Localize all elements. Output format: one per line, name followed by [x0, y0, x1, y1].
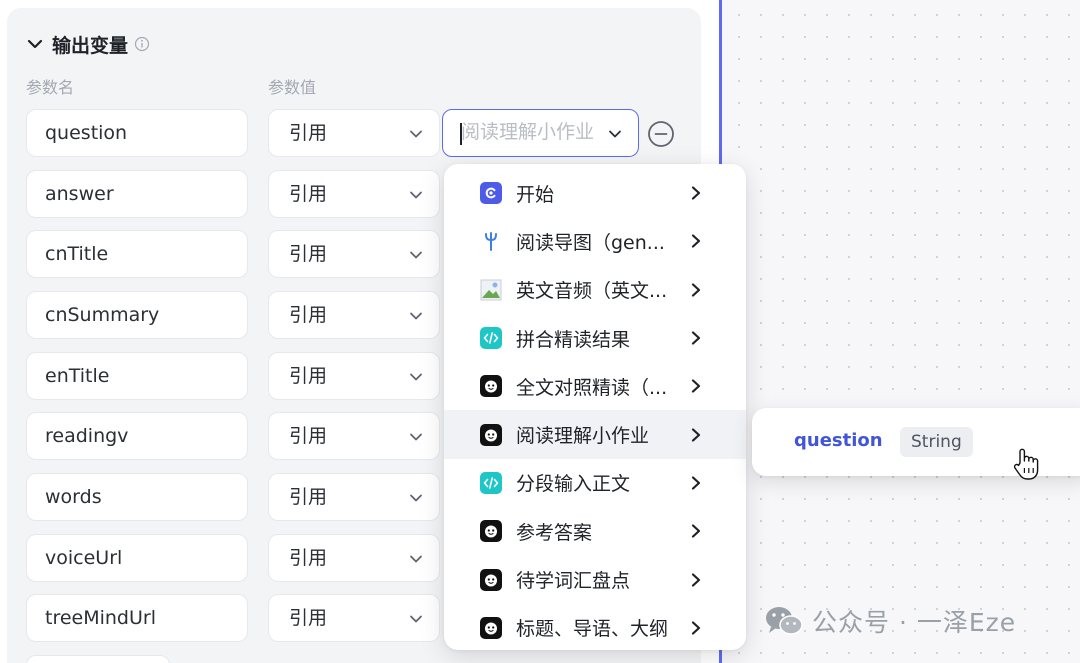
chevron-down-icon [410, 433, 422, 441]
llm-bot-icon [480, 520, 502, 543]
llm-bot-icon [480, 616, 502, 639]
param-name-input[interactable]: cnSummary [26, 291, 248, 339]
menu-item-label: 标题、导语、大纲 [516, 618, 669, 641]
menu-item-label: 待学词汇盘点 [516, 570, 631, 593]
param-type-label: 引用 [289, 304, 328, 326]
param-type-select[interactable]: 引用 [268, 594, 440, 642]
chevron-right-icon [691, 186, 701, 200]
chevron-right-icon [691, 283, 701, 297]
code-icon [480, 327, 502, 350]
menu-item-title-outline[interactable]: 标题、导语、大纲 [444, 604, 746, 652]
code-icon [480, 471, 502, 494]
param-type-label: 引用 [289, 425, 328, 447]
param-type-label: 引用 [289, 183, 328, 205]
chevron-down-icon [606, 125, 624, 143]
chevron-down-icon[interactable] [24, 33, 46, 55]
chevron-down-icon [410, 312, 422, 320]
chevron-right-icon [691, 476, 701, 490]
wechat-icon [766, 607, 803, 635]
variable-row: question 引用 阅读理解小作业 [0, 109, 700, 157]
menu-item-segment-input[interactable]: 分段输入正文 [444, 459, 746, 507]
chevron-down-icon [410, 130, 422, 138]
llm-bot-icon [480, 423, 502, 446]
hand-cursor-icon [1013, 448, 1039, 480]
param-name-input[interactable]: question [26, 109, 248, 157]
menu-item-merge-results[interactable]: 拼合精读结果 [444, 314, 746, 362]
menu-item-english-audio[interactable]: 英文音频（英文... [444, 266, 746, 314]
menu-item-fulltext-reading[interactable]: 全文对照精读（... [444, 362, 746, 410]
param-name-input[interactable]: enTitle [26, 352, 248, 400]
param-name-input[interactable]: cnTitle [26, 230, 248, 278]
info-icon[interactable] [134, 36, 150, 52]
watermark: 公众号 · 一泽Eze [764, 604, 1016, 638]
menu-item-reading-homework[interactable]: 阅读理解小作业 [444, 410, 746, 459]
param-name-input[interactable]: words [26, 473, 248, 521]
param-type-select[interactable]: 引用 [268, 352, 440, 400]
menu-item-label: 阅读理解小作业 [516, 425, 650, 448]
chevron-right-icon [691, 428, 701, 442]
chevron-right-icon [691, 621, 701, 635]
reference-node-menu: 开始 阅读导图（gen... 英文音频（英文... 拼合精读结果 全文对照精读（… [444, 164, 746, 650]
llm-bot-icon [480, 375, 502, 398]
broken-image-icon [480, 279, 502, 301]
section-title: 输出变量 [52, 34, 129, 57]
plugin-fork-icon [480, 230, 502, 252]
chevron-right-icon [691, 331, 701, 345]
param-type-select[interactable]: 引用 [268, 291, 440, 339]
param-name-input[interactable]: treeMindUrl [26, 594, 248, 642]
chevron-right-icon [691, 234, 701, 249]
chevron-down-icon [410, 555, 422, 563]
param-name-input[interactable]: answer [26, 170, 248, 218]
param-type-select[interactable]: 引用 [268, 412, 440, 460]
menu-item-label: 全文对照精读（... [516, 376, 668, 399]
param-name-input[interactable]: voiceUrl [26, 534, 248, 582]
llm-bot-icon [480, 568, 502, 591]
param-type-label: 引用 [289, 365, 328, 387]
param-type-select[interactable]: 引用 [268, 473, 440, 521]
chevron-down-icon [410, 191, 422, 199]
menu-item-label: 开始 [516, 183, 555, 206]
param-type-label: 引用 [289, 243, 328, 265]
menu-item-reading-mindmap[interactable]: 阅读导图（gen... [444, 217, 746, 265]
section-header[interactable]: 输出变量 [24, 31, 150, 57]
param-type-label: 引用 [289, 607, 328, 629]
start-icon [480, 182, 502, 205]
workflow-canvas[interactable] [722, 0, 1080, 663]
submenu-type-badge: String [900, 427, 973, 457]
param-type-select[interactable]: 引用 [268, 109, 440, 157]
param-type-label: 引用 [289, 122, 328, 144]
submenu-variable-name[interactable]: question [794, 430, 883, 451]
chevron-down-icon [410, 373, 422, 381]
column-label-name: 参数名 [26, 78, 75, 97]
param-name-input[interactable]: readingv [26, 412, 248, 460]
param-value-text: 阅读理解小作业 [461, 121, 595, 143]
menu-item-label: 阅读导图（gen... [516, 231, 665, 254]
text-caret [460, 123, 462, 145]
menu-item-reference-answer[interactable]: 参考答案 [444, 507, 746, 555]
chevron-right-icon [691, 379, 701, 393]
remove-circle-icon[interactable] [647, 120, 675, 148]
watermark-text: 公众号 · 一泽Eze [812, 608, 1017, 637]
param-value-select[interactable]: 阅读理解小作业 [442, 109, 639, 157]
menu-item-vocabulary[interactable]: 待学词汇盘点 [444, 555, 746, 603]
chevron-right-icon [691, 524, 701, 538]
param-type-label: 引用 [289, 486, 328, 508]
menu-item-label: 英文音频（英文... [516, 280, 668, 303]
chevron-down-icon [410, 615, 422, 623]
chevron-right-icon [691, 572, 701, 587]
menu-item-label: 拼合精读结果 [516, 328, 631, 351]
param-name-input[interactable] [26, 655, 170, 663]
menu-item-label: 参考答案 [516, 521, 593, 544]
param-type-select[interactable]: 引用 [268, 534, 440, 582]
menu-item-label: 分段输入正文 [516, 473, 631, 496]
param-type-select[interactable]: 引用 [268, 170, 440, 218]
param-type-select[interactable]: 引用 [268, 230, 440, 278]
chevron-down-icon [410, 251, 422, 259]
param-type-label: 引用 [289, 547, 328, 569]
menu-item-start[interactable]: 开始 [444, 169, 746, 217]
column-label-value: 参数值 [268, 78, 317, 97]
chevron-down-icon [410, 494, 422, 502]
